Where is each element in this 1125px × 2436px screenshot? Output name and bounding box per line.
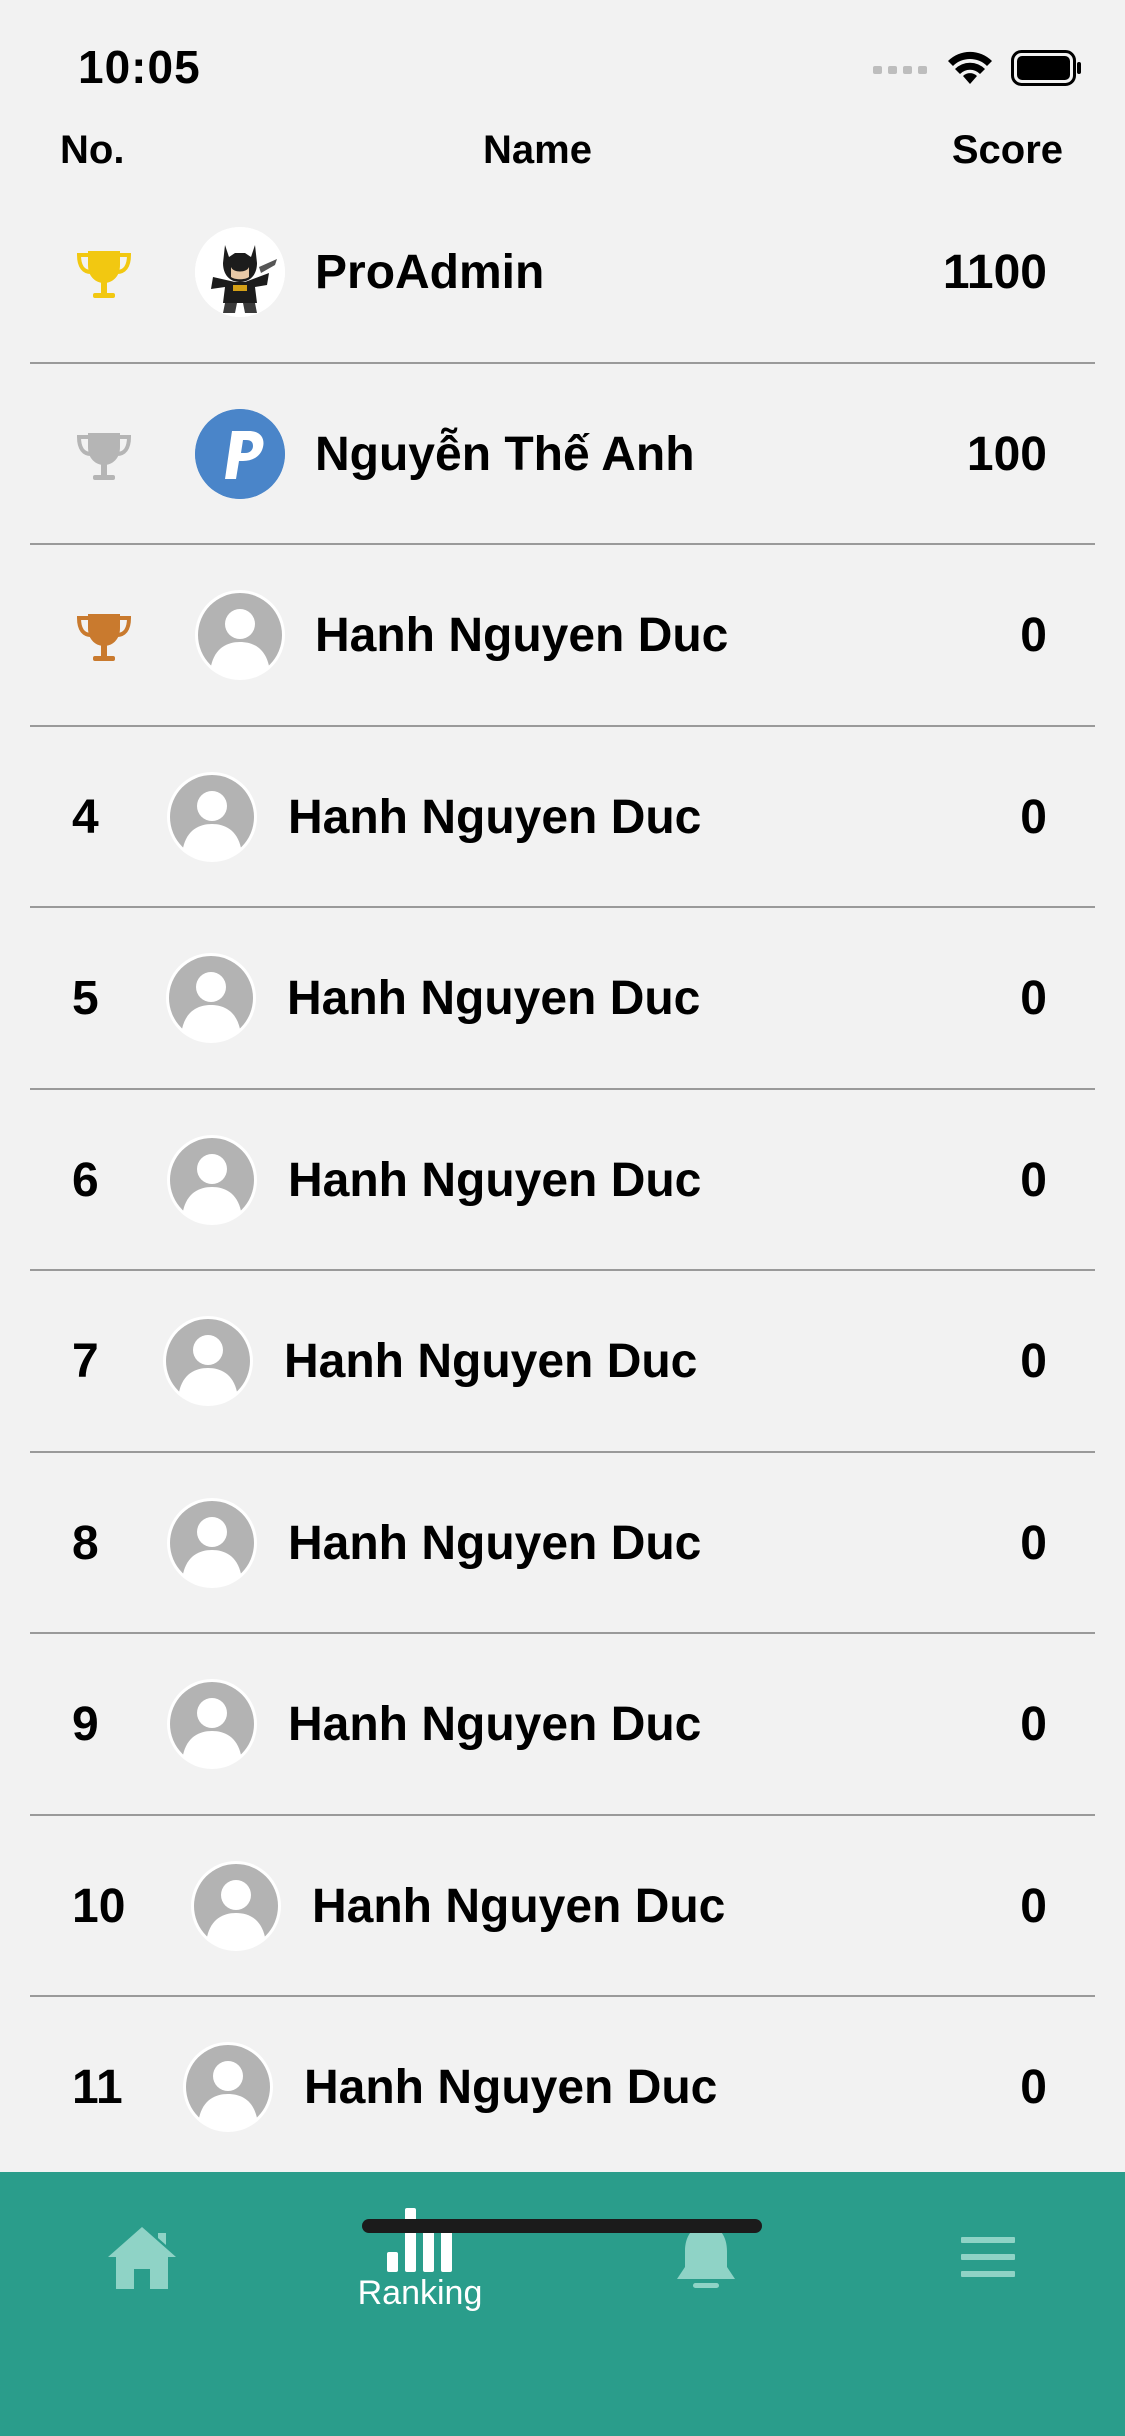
tab-ranking-label: Ranking [357,2273,483,2312]
player-score: 1100 [942,246,1047,300]
ranking-row[interactable]: 5 Hanh Nguyen Duc 0 [0,908,1125,1090]
home-icon [108,2227,176,2289]
player-score: 0 [1020,609,1047,663]
default-user-avatar [183,2042,273,2132]
default-user-avatar [167,1134,257,1225]
tab-ranking[interactable]: Ranking [320,2172,520,2342]
rank-number: 7 [72,1335,99,1389]
default-user-avatar [167,771,257,862]
default-user-avatar [167,1679,257,1769]
ranking-row[interactable]: 9 Hanh Nguyen Duc 0 [0,1634,1125,1816]
rank-number: 4 [72,790,99,844]
rank-number: 5 [72,972,99,1026]
bronze-trophy-icon [76,614,132,661]
leaderboard-header: No. Name Score [0,128,1125,188]
ranking-row[interactable]: 6 Hanh Nguyen Duc 0 [0,1090,1125,1271]
ranking-row[interactable]: 8 Hanh Nguyen Duc 0 [0,1453,1125,1634]
rank-number: 8 [72,1516,99,1570]
ranking-row[interactable]: 10 Hanh Nguyen Duc 0 [0,1816,1125,1997]
ranking-row[interactable]: Nguyễn Thế Anh 100 [0,364,1125,545]
player-name: Hanh Nguyen Duc [312,1879,726,1933]
default-user-avatar [163,1316,253,1406]
rank-number: 11 [72,2061,123,2115]
default-user-avatar [167,1497,257,1588]
default-user-avatar [195,590,285,680]
wifi-icon [948,51,992,84]
player-score: 100 [966,427,1047,481]
player-score: 0 [1020,1698,1047,1752]
header-name: Name [483,128,592,172]
menu-icon [961,2237,1015,2277]
tab-home[interactable] [42,2172,242,2342]
default-user-avatar [166,953,256,1043]
bar-chart-icon [387,2207,452,2272]
player-score: 0 [1020,1516,1047,1570]
silver-trophy-icon [76,432,132,480]
player-name: Hanh Nguyen Duc [284,1335,698,1389]
ranking-row[interactable]: ProAdmin 1100 [0,182,1125,364]
cellular-signal-icon [873,66,927,74]
rank-number: 10 [72,1879,126,1933]
player-name: Hanh Nguyen Duc [288,1698,702,1752]
default-user-avatar [191,1860,281,1951]
ranking-row[interactable]: 7 Hanh Nguyen Duc 0 [0,1271,1125,1453]
battery-icon [1011,50,1081,86]
status-bar: 10:05 [0,0,1125,140]
header-score: Score [951,128,1063,172]
tab-menu[interactable] [888,2172,1088,2342]
ranking-row[interactable]: Hanh Nguyen Duc 0 [0,545,1125,727]
player-score: 0 [1020,790,1047,844]
tab-notifications[interactable] [606,2172,806,2342]
player-score: 0 [1020,1335,1047,1389]
ranking-row[interactable]: 4 Hanh Nguyen Duc 0 [0,727,1125,908]
player-name: Hanh Nguyen Duc [287,972,701,1026]
player-score: 0 [1020,1153,1047,1207]
bottom-tab-bar: Ranking [0,2172,1125,2436]
status-time: 10:05 [78,41,201,93]
batman-avatar [195,227,285,317]
player-score: 0 [1020,1879,1047,1933]
player-name: Hanh Nguyen Duc [288,790,702,844]
ranking-list: ProAdmin 1100 Nguyễn Thế Anh 100 Hanh Ng… [0,182,1125,2179]
player-name: ProAdmin [315,246,545,300]
home-indicator [362,2219,762,2233]
player-name: Hanh Nguyen Duc [288,1516,702,1570]
player-name: Hanh Nguyen Duc [304,2061,718,2115]
player-name: Nguyễn Thế Anh [315,427,695,481]
status-icons [873,50,1083,86]
player-name: Hanh Nguyen Duc [288,1153,702,1207]
blue-p-logo-avatar [195,408,285,499]
player-name: Hanh Nguyen Duc [315,609,729,663]
player-score: 0 [1020,2061,1047,2115]
rank-number: 6 [72,1153,99,1207]
player-score: 0 [1020,972,1047,1026]
gold-trophy-icon [76,251,132,298]
rank-number: 9 [72,1698,99,1752]
ranking-row[interactable]: 11 Hanh Nguyen Duc 0 [0,1997,1125,2179]
